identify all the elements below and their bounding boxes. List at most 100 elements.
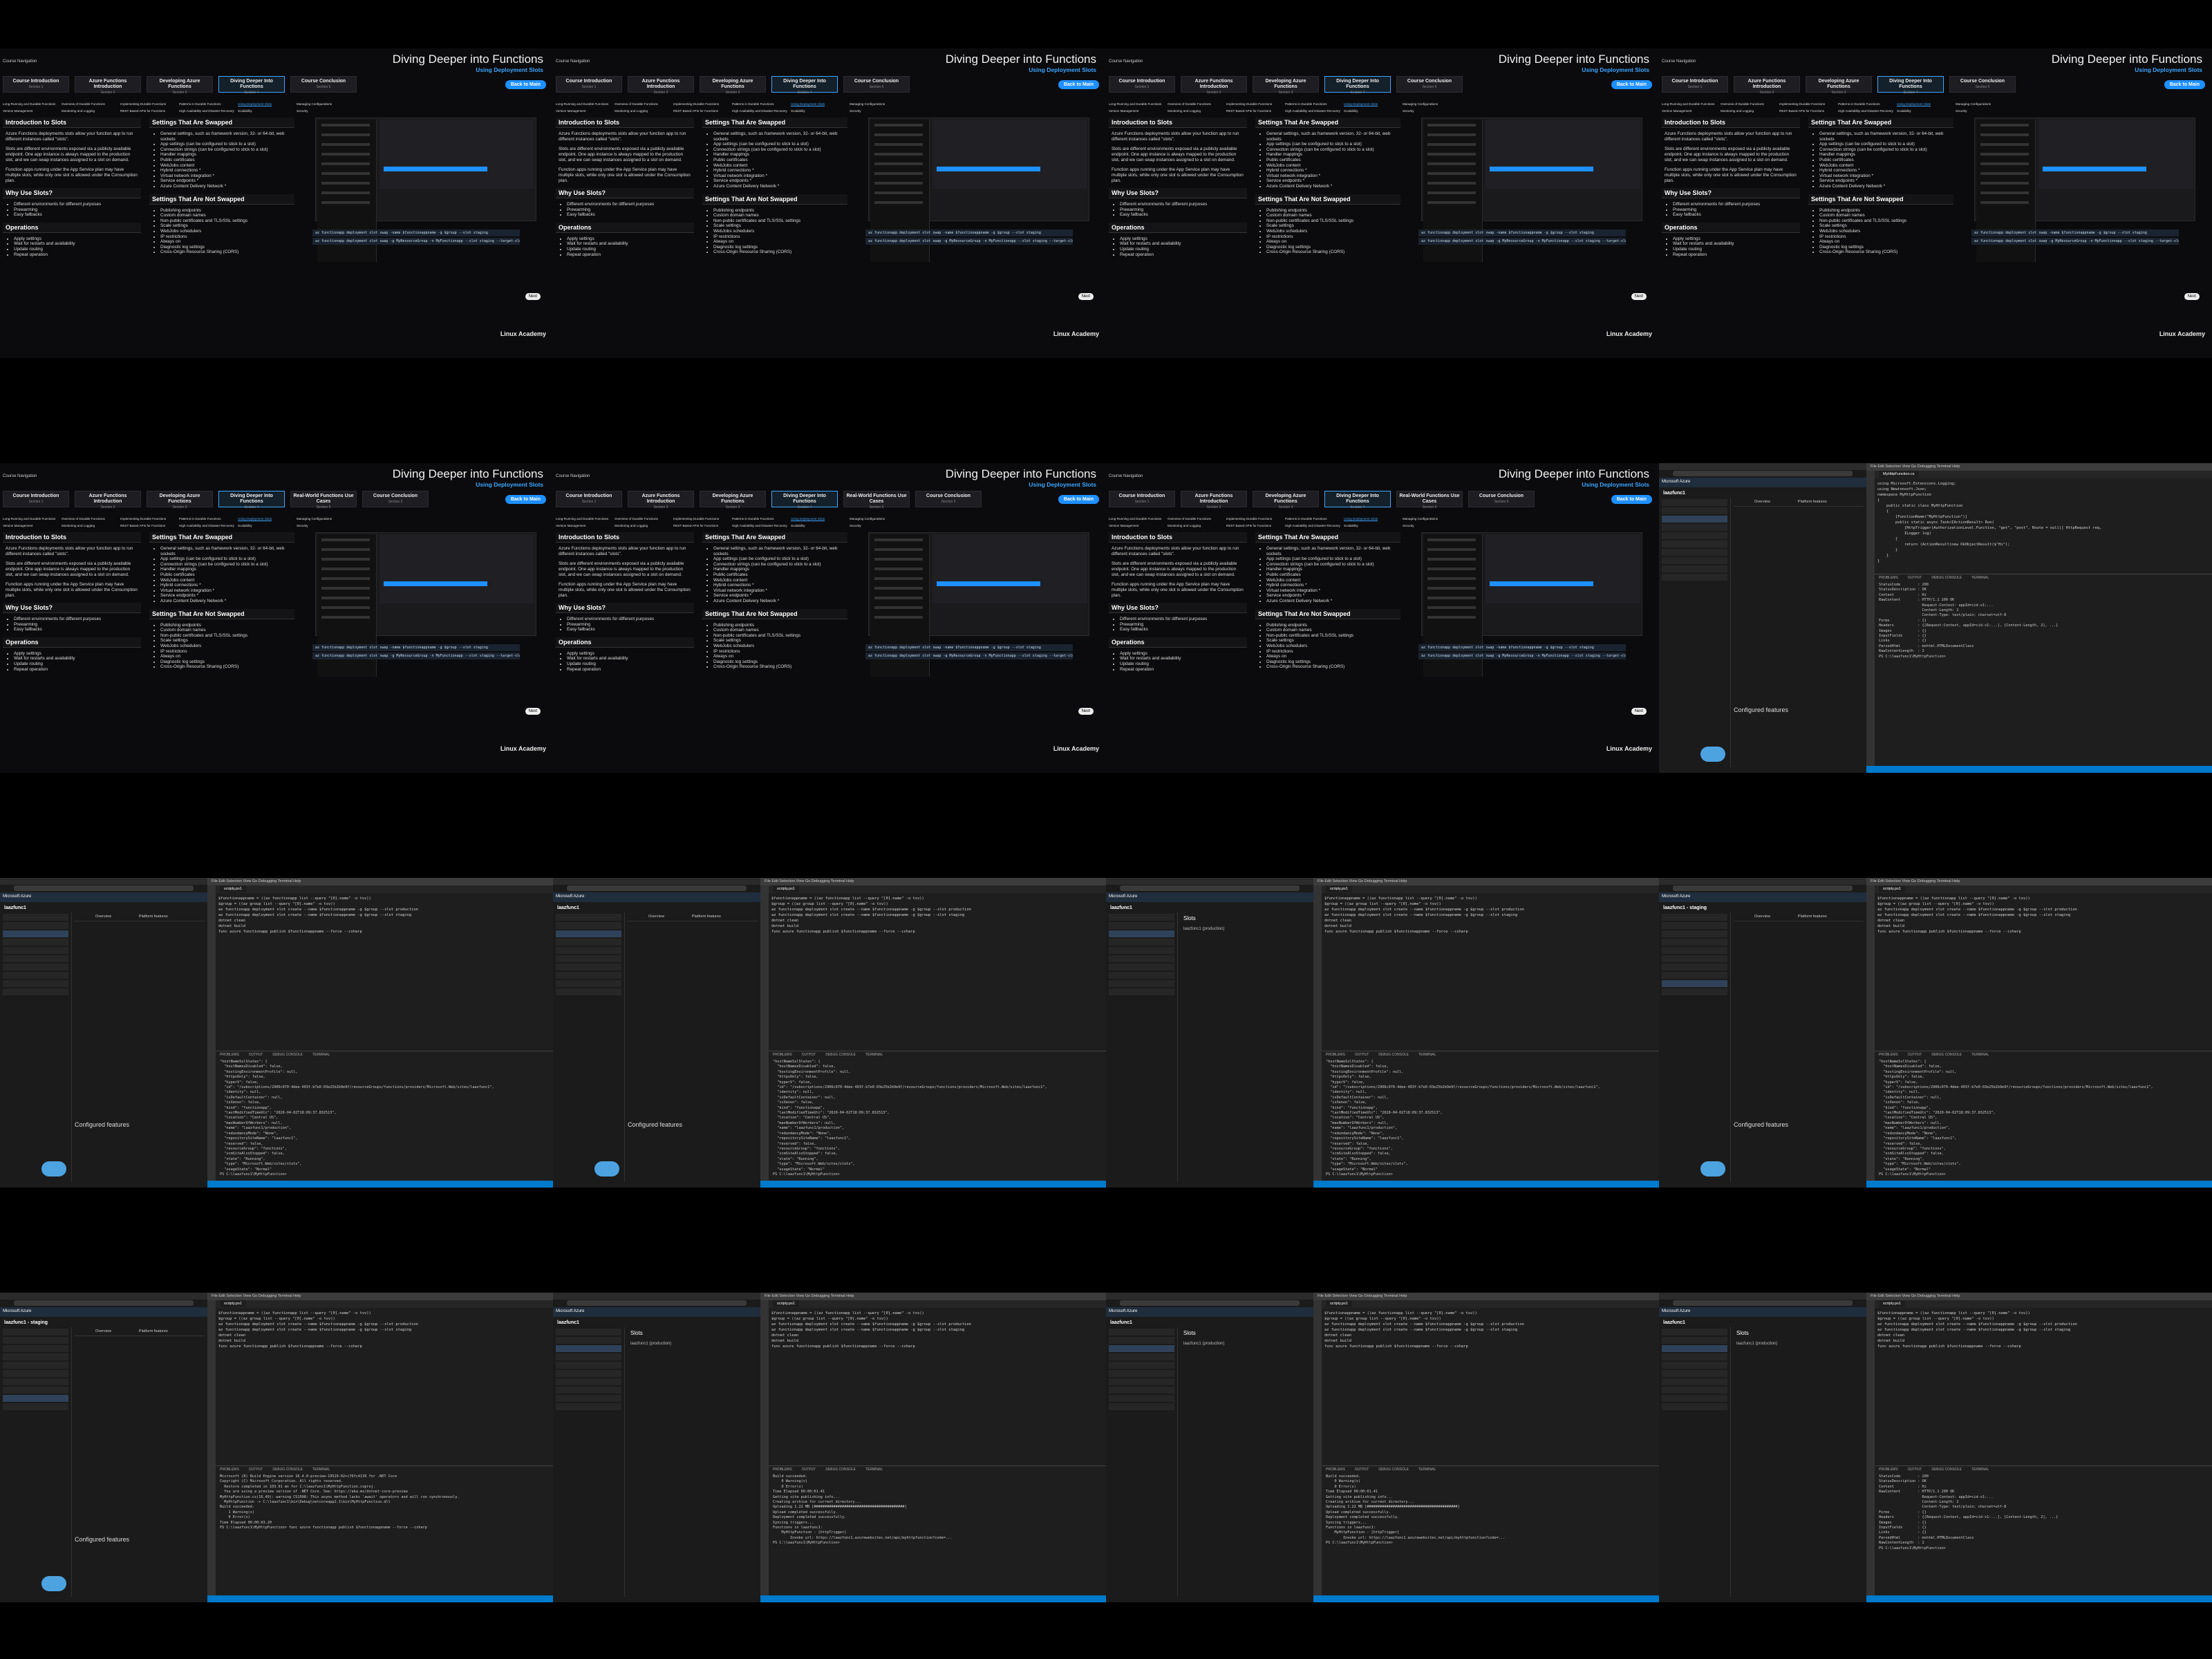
lesson-link[interactable]: Implementing Durable Functions bbox=[1226, 102, 1285, 106]
back-to-main-button[interactable]: Back to Main bbox=[1058, 80, 1099, 89]
tree-item[interactable] bbox=[556, 930, 621, 937]
browser-address-bar[interactable] bbox=[1673, 1300, 1853, 1306]
panel-tab[interactable]: DEBUG CONSOLE bbox=[272, 1468, 303, 1472]
browser-address-bar[interactable] bbox=[1120, 885, 1300, 891]
tree-item[interactable] bbox=[3, 1329, 68, 1335]
section-tab[interactable]: Course Conclusion Section 5 bbox=[290, 76, 357, 93]
next-button[interactable]: Next bbox=[1078, 293, 1094, 300]
section-tab[interactable]: Developing Azure Functions Section 3 bbox=[147, 491, 213, 509]
section-tab[interactable]: Azure Functions Introduction Section 2 bbox=[628, 76, 694, 95]
lesson-link[interactable]: Managing Configurations bbox=[850, 102, 908, 106]
code-editor[interactable]: $functionappname = ((az functionapp list… bbox=[218, 1311, 550, 1463]
lesson-link[interactable]: Long-Running and Durable Functions bbox=[1109, 517, 1168, 521]
back-to-main-button[interactable]: Back to Main bbox=[1058, 495, 1099, 504]
lesson-link[interactable]: Version Management bbox=[1109, 524, 1168, 527]
next-button[interactable]: Next bbox=[1631, 708, 1647, 715]
browser-address-bar[interactable] bbox=[567, 1300, 747, 1306]
tree-item[interactable] bbox=[556, 980, 621, 987]
lesson-link[interactable]: High Availability and Disaster Recovery bbox=[732, 524, 791, 527]
tree-item[interactable] bbox=[1109, 922, 1174, 929]
panel-tab[interactable]: OUTPUT bbox=[1908, 576, 1922, 580]
section-tab[interactable]: Azure Functions Introduction Section 2 bbox=[75, 491, 141, 509]
lesson-link[interactable]: High Availability and Disaster Recovery bbox=[1838, 109, 1897, 113]
panel-tab[interactable]: PROBLEMS bbox=[1879, 576, 1898, 580]
panel-tab[interactable]: TERMINAL bbox=[1971, 1468, 1989, 1472]
editor-tab[interactable]: scripty.ps1 bbox=[1879, 1300, 1905, 1307]
browser-address-bar[interactable] bbox=[1673, 885, 1853, 891]
tree-item[interactable] bbox=[556, 1362, 621, 1369]
lesson-link[interactable]: High Availability and Disaster Recovery bbox=[179, 524, 238, 527]
lesson-link[interactable]: Patterns in Durable Functions bbox=[1285, 517, 1344, 521]
portal-tab[interactable]: Overview bbox=[1754, 915, 1770, 919]
tree-item[interactable] bbox=[556, 1378, 621, 1385]
tree-item[interactable] bbox=[1662, 1395, 1727, 1402]
lesson-link[interactable]: Scalability bbox=[791, 524, 850, 527]
section-tab[interactable]: Developing Azure Functions Section 3 bbox=[700, 76, 766, 95]
editor-tab[interactable]: scripty.ps1 bbox=[220, 1300, 246, 1307]
next-button[interactable]: Next bbox=[2184, 293, 2200, 300]
tree-item[interactable] bbox=[556, 1345, 621, 1352]
panel-tab[interactable]: PROBLEMS bbox=[1326, 1468, 1345, 1472]
lesson-link[interactable]: Overview of Durable Functions bbox=[62, 102, 120, 106]
tree-item[interactable] bbox=[1109, 930, 1174, 937]
tree-item[interactable] bbox=[1109, 1378, 1174, 1385]
tree-item[interactable] bbox=[3, 964, 68, 971]
tree-item[interactable] bbox=[1662, 1378, 1727, 1385]
tree-item[interactable] bbox=[556, 955, 621, 962]
section-tab[interactable]: Developing Azure Functions Section 3 bbox=[1806, 76, 1872, 95]
tree-item[interactable] bbox=[1662, 1337, 1727, 1344]
panel-tab[interactable]: TERMINAL bbox=[1971, 576, 1989, 580]
lesson-link[interactable]: Monitoring and Logging bbox=[1721, 109, 1779, 113]
lesson-link[interactable]: Implementing Durable Functions bbox=[120, 102, 179, 106]
lesson-link[interactable]: REST Based APIs for Functions bbox=[1226, 109, 1285, 113]
tree-item[interactable] bbox=[1109, 947, 1174, 954]
tree-item[interactable] bbox=[556, 1370, 621, 1377]
tree-item[interactable] bbox=[3, 955, 68, 962]
panel-tab[interactable]: OUTPUT bbox=[249, 1053, 263, 1057]
lesson-link[interactable]: Monitoring and Logging bbox=[62, 524, 120, 527]
lesson-link[interactable]: Monitoring and Logging bbox=[62, 109, 120, 113]
lesson-link[interactable]: High Availability and Disaster Recovery bbox=[179, 109, 238, 113]
lesson-link[interactable]: Long-Running and Durable Functions bbox=[1662, 102, 1721, 106]
editor-tab[interactable]: scripty.ps1 bbox=[220, 885, 246, 892]
lesson-link[interactable]: Using Deployment Slots bbox=[1344, 517, 1403, 521]
section-tab[interactable]: Real-World Functions Use Cases Section 5 bbox=[843, 491, 910, 509]
lesson-link[interactable]: Long-Running and Durable Functions bbox=[556, 102, 615, 106]
tree-item[interactable] bbox=[1109, 1362, 1174, 1369]
tree-item[interactable] bbox=[556, 972, 621, 979]
portal-tab[interactable]: Platform features bbox=[1798, 500, 1827, 504]
tree-item[interactable] bbox=[1662, 930, 1727, 937]
panel-tab[interactable]: OUTPUT bbox=[249, 1468, 263, 1472]
section-tab[interactable]: Developing Azure Functions Section 3 bbox=[1253, 491, 1319, 509]
panel-tab[interactable]: TERMINAL bbox=[1418, 1053, 1436, 1057]
section-tab[interactable]: Course Introduction Section 1 bbox=[556, 491, 622, 507]
code-editor[interactable]: $functionappname = ((az functionapp list… bbox=[1877, 1311, 2209, 1463]
browser-address-bar[interactable] bbox=[14, 1300, 194, 1306]
terminal-output[interactable]: "hostNameSslStates": [ "hostNamesDisable… bbox=[769, 1058, 1106, 1179]
section-tab[interactable]: Developing Azure Functions Section 3 bbox=[147, 76, 213, 95]
lesson-link[interactable]: Security bbox=[1403, 524, 1461, 527]
panel-tab[interactable]: OUTPUT bbox=[802, 1468, 816, 1472]
lesson-link[interactable]: Overview of Durable Functions bbox=[1721, 102, 1779, 106]
lesson-link[interactable]: Using Deployment Slots bbox=[238, 102, 297, 106]
section-tab[interactable]: Diving Deeper Into Functions Section 4 bbox=[1877, 76, 1944, 95]
lesson-link[interactable]: Version Management bbox=[1109, 109, 1168, 113]
portal-tab[interactable]: Platform features bbox=[692, 915, 721, 919]
panel-tab[interactable]: PROBLEMS bbox=[773, 1053, 792, 1057]
tree-item[interactable] bbox=[1662, 1403, 1727, 1410]
tree-item[interactable] bbox=[1662, 1345, 1727, 1352]
code-editor[interactable]: $functionappname = ((az functionapp list… bbox=[771, 1311, 1103, 1463]
lesson-link[interactable]: Security bbox=[850, 524, 908, 527]
lesson-link[interactable]: Security bbox=[297, 109, 355, 113]
back-to-main-button[interactable]: Back to Main bbox=[1611, 80, 1652, 89]
tree-item[interactable] bbox=[1109, 914, 1174, 921]
section-tab[interactable]: Diving Deeper Into Functions Section 4 bbox=[1324, 76, 1391, 95]
tree-item[interactable] bbox=[1662, 972, 1727, 979]
section-tab[interactable]: Developing Azure Functions Section 3 bbox=[1253, 76, 1319, 95]
tree-item[interactable] bbox=[1109, 939, 1174, 946]
section-tab[interactable]: Course Introduction Section 1 bbox=[1109, 76, 1175, 93]
tree-item[interactable] bbox=[1662, 939, 1727, 946]
section-tab[interactable]: Course Conclusion Section 5 bbox=[1468, 491, 1535, 507]
panel-tab[interactable]: OUTPUT bbox=[1908, 1468, 1922, 1472]
section-tab[interactable]: Diving Deeper Into Functions Section 4 bbox=[1324, 491, 1391, 509]
